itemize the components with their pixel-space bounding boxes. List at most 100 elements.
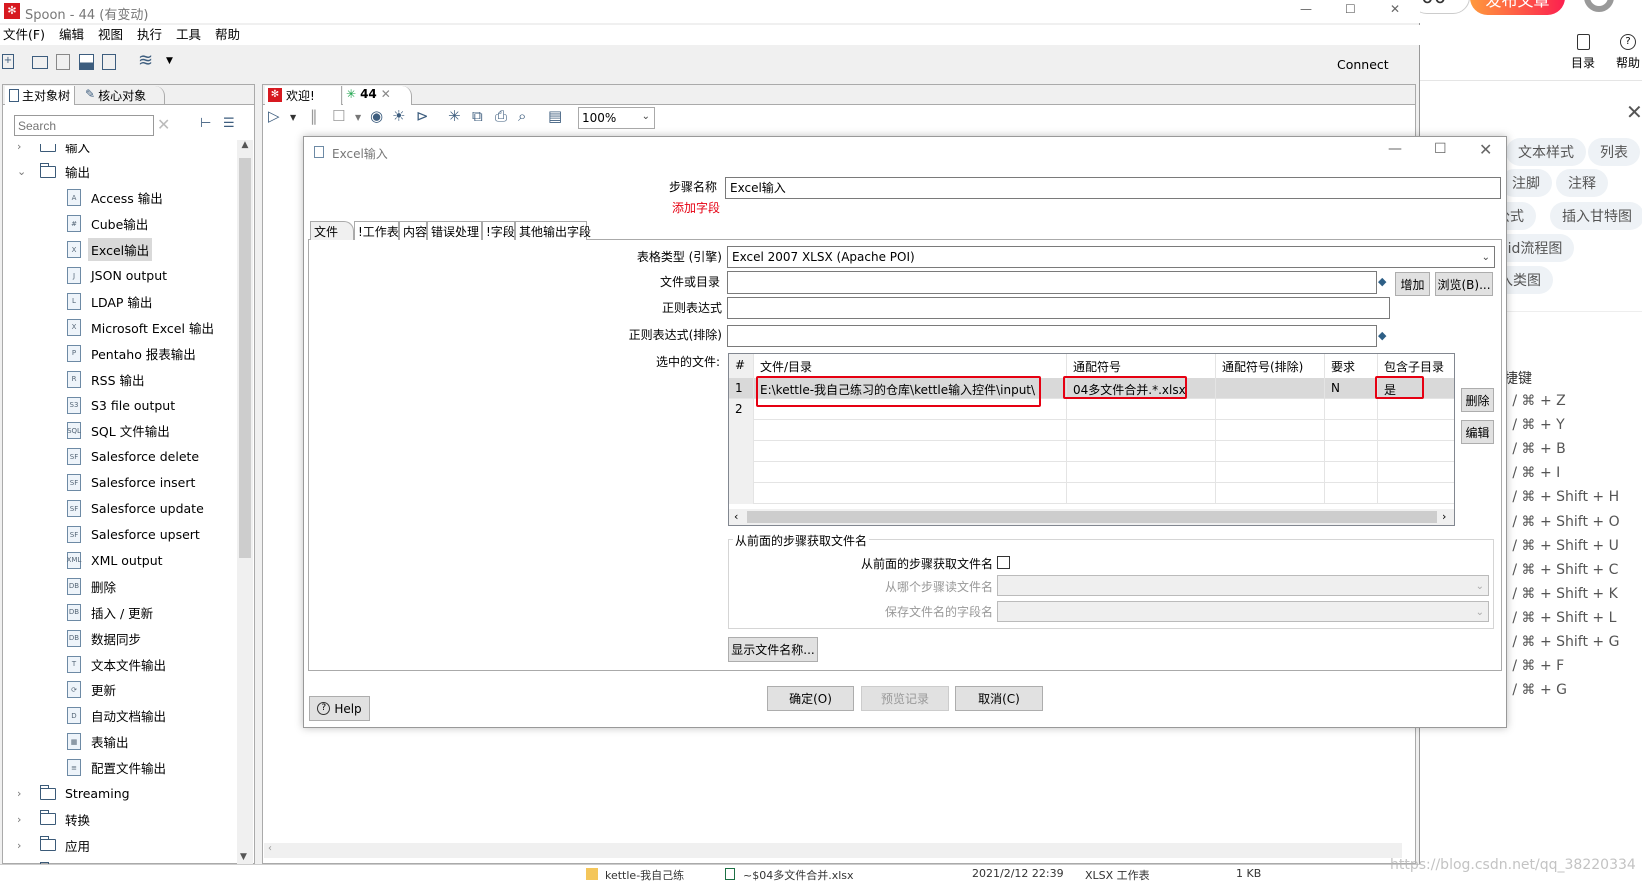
clear-search-icon[interactable]: ✕	[157, 115, 170, 134]
tab-core-objects[interactable]: ✎ 核心对象	[81, 86, 166, 105]
table-cell[interactable]	[1067, 462, 1216, 483]
tree-folder[interactable]: › 输入	[3, 144, 236, 158]
chip-gantt[interactable]: 插入甘特图	[1550, 202, 1642, 230]
step-name-input[interactable]: Excel输入	[725, 177, 1501, 199]
publish-button[interactable]: 发布文章	[1470, 0, 1565, 15]
save-icon[interactable]	[79, 54, 94, 70]
table-cell[interactable]	[1378, 462, 1454, 483]
column-header[interactable]: 包含子目录	[1378, 354, 1454, 378]
tree-step[interactable]: ▦ 表输出	[3, 730, 236, 754]
table-cell[interactable]	[1067, 483, 1216, 504]
accept-filenames-checkbox[interactable]	[997, 556, 1010, 569]
scroll-down-icon[interactable]: ▼	[240, 852, 247, 862]
table-cell[interactable]	[1325, 483, 1378, 504]
scroll-up-icon[interactable]: ▲	[237, 140, 253, 150]
menu-item[interactable]: 帮助	[215, 25, 240, 45]
chevron-right-icon[interactable]: ›	[17, 144, 21, 153]
scroll-thumb[interactable]	[747, 511, 1437, 523]
sql-script-icon[interactable]: ⎙	[495, 107, 507, 125]
dialog-maximize-button[interactable]: ☐	[1434, 141, 1447, 157]
dialog-tab[interactable]: !工作表	[354, 221, 399, 240]
table-row[interactable]	[729, 483, 1454, 504]
connect-button[interactable]: Connect	[1337, 57, 1389, 72]
tree-step[interactable]: A Access 输出	[3, 186, 236, 210]
table-cell[interactable]	[1378, 399, 1454, 420]
tree-step[interactable]: D 自动文档输出	[3, 704, 236, 728]
table-cell[interactable]	[1067, 399, 1216, 420]
toc-button[interactable]: 目录	[1564, 34, 1602, 71]
tree-step[interactable]: DB 数据同步	[3, 626, 236, 650]
tree-step[interactable]: DB 删除	[3, 574, 236, 598]
table-cell[interactable]	[1325, 462, 1378, 483]
dialog-tab[interactable]: !字段	[482, 221, 515, 240]
tree-step[interactable]: S3 S3 file output	[3, 393, 236, 417]
tree-folder[interactable]: ⌄ 输出	[3, 160, 236, 184]
table-cell[interactable]	[1216, 483, 1325, 504]
menu-item[interactable]: 编辑	[59, 25, 84, 45]
scroll-thumb[interactable]	[239, 158, 251, 558]
tree-step[interactable]: XML XML output	[3, 548, 236, 572]
close-button[interactable]: ✕	[1390, 2, 1400, 16]
tree-step[interactable]: X Microsoft Excel 输出	[3, 315, 236, 339]
tree-folder[interactable]: › 转换	[3, 807, 236, 831]
table-row[interactable]	[729, 462, 1454, 483]
table-cell[interactable]	[1325, 420, 1378, 441]
preview-eye-icon[interactable]: ◉	[370, 107, 383, 125]
dialog-tab[interactable]: 文件	[310, 221, 354, 240]
stop-icon[interactable]: ☐	[332, 107, 345, 125]
pause-icon[interactable]: ‖	[310, 107, 318, 125]
help-button[interactable]: ? Help	[309, 696, 370, 721]
chevron-right-icon[interactable]: ›	[17, 787, 21, 800]
explore-repository-icon[interactable]	[56, 54, 70, 70]
chevron-down-icon[interactable]: ▼	[166, 56, 173, 66]
ok-button[interactable]: 确定(O)	[767, 686, 854, 711]
tree-step[interactable]: P Pentaho 报表输出	[3, 341, 236, 365]
tree-step[interactable]: SQL SQL 文件输出	[3, 419, 236, 443]
menu-item[interactable]: 文件(F)	[3, 25, 45, 45]
column-header[interactable]: #	[729, 354, 754, 378]
table-cell[interactable]	[754, 441, 1067, 462]
table-cell[interactable]: N	[1325, 378, 1378, 399]
tree-step[interactable]: SF Salesforce delete	[3, 445, 236, 469]
open-file-icon[interactable]	[32, 56, 48, 69]
tab-main-tree[interactable]: 主对象树	[5, 86, 76, 105]
table-hscrollbar[interactable]: ‹ ›	[729, 509, 1454, 525]
chevron-right-icon[interactable]: ›	[17, 813, 21, 826]
close-tab-icon[interactable]: ✕	[381, 87, 391, 105]
collapse-tree-icon[interactable]: ⊢	[200, 116, 211, 131]
scroll-left-icon[interactable]: ‹	[734, 510, 738, 523]
table-cell[interactable]	[1216, 441, 1325, 462]
table-cell[interactable]	[1067, 420, 1216, 441]
table-cell[interactable]	[1378, 420, 1454, 441]
tree-step[interactable]: ≡ 配置文件输出	[3, 756, 236, 780]
table-cell[interactable]	[754, 483, 1067, 504]
tab-transformation-44[interactable]: ✳ 44 ✕	[343, 86, 412, 105]
table-row[interactable]	[729, 420, 1454, 441]
zoom-select[interactable]: 100% ⌄	[578, 107, 655, 129]
preview-button[interactable]: 预览记录	[861, 686, 949, 711]
stop-options-chevron-icon[interactable]: ▼	[355, 113, 361, 122]
layers-icon[interactable]: ≋	[138, 50, 153, 71]
tree-step[interactable]: # Cube输出	[3, 212, 236, 236]
minimize-button[interactable]: —	[1300, 2, 1312, 16]
tree-step[interactable]: X Excel输出	[3, 238, 236, 262]
impact-analysis-icon[interactable]: ⧉	[472, 107, 483, 125]
maximize-button[interactable]: ☐	[1345, 2, 1356, 16]
table-cell[interactable]	[1067, 441, 1216, 462]
table-cell[interactable]	[754, 420, 1067, 441]
table-cell[interactable]	[1216, 462, 1325, 483]
dialog-tab[interactable]: 其他输出字段	[515, 221, 591, 240]
regex-input[interactable]	[727, 297, 1390, 319]
expand-tree-icon[interactable]: ☰	[223, 116, 235, 131]
table-cell[interactable]	[1378, 441, 1454, 462]
tab-welcome[interactable]: ✻ 欢迎!	[265, 86, 342, 105]
tree-folder[interactable]: › 应用	[3, 833, 236, 857]
column-header[interactable]: 要求	[1325, 354, 1378, 378]
dialog-tab[interactable]: 错误处理	[427, 221, 482, 240]
run-options-chevron-icon[interactable]: ▼	[290, 113, 296, 122]
dialog-minimize-button[interactable]: —	[1388, 141, 1402, 157]
verify-icon[interactable]: ✳	[448, 107, 461, 125]
tree-step[interactable]: T 文本文件输出	[3, 652, 236, 676]
help-button[interactable]: ? 帮助	[1610, 34, 1642, 71]
chip-comment[interactable]: 注释	[1556, 169, 1608, 197]
